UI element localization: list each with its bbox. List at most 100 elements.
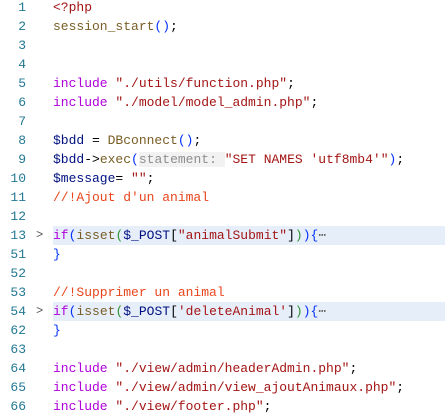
code-line[interactable]: 54 > if(isset($_POST['deleteAnimal'])){⋯: [0, 302, 445, 321]
code-line[interactable]: 63: [0, 340, 445, 359]
variable-token: $bdd: [53, 152, 85, 167]
code-line[interactable]: 5 include "./utils/function.php";: [0, 74, 445, 93]
code-text: if(isset($_POST["animalSubmit"])){⋯: [53, 226, 445, 245]
bracket-token: (): [177, 133, 194, 148]
code-line[interactable]: 8 $bdd = DBconnect();: [0, 131, 445, 150]
code-line[interactable]: 2 session_start();: [0, 17, 445, 36]
punctuation-token: ;: [396, 152, 405, 167]
line-number: 4: [18, 57, 26, 72]
punctuation-token: ;: [146, 171, 155, 186]
string-token: "SET NAMES 'utf8mb4'": [224, 152, 389, 167]
bracket-token: ): [302, 228, 311, 243]
line-number: 7: [18, 114, 26, 129]
code-editor[interactable]: 1 <?php 2 session_start(); 3 4 5 include "./uti…: [0, 0, 445, 416]
punctuation-token: ;: [310, 95, 319, 110]
code-line[interactable]: 62}: [0, 321, 445, 340]
bracket-token: ): [302, 304, 311, 319]
line-number: 6: [18, 95, 26, 110]
line-number: 54: [10, 304, 26, 319]
line-number: 12: [10, 209, 26, 224]
code-text: //!Ajout d'un animal: [53, 188, 445, 207]
fold-chevron-icon[interactable]: >: [36, 302, 46, 321]
code-line[interactable]: 52: [0, 264, 445, 283]
code-line[interactable]: 65 include "./view/admin/view_ajoutAnimau…: [0, 378, 445, 397]
code-text: include "./view/admin/view_ajoutAnimaux.…: [53, 378, 445, 397]
punctuation-token: [: [170, 228, 178, 243]
code-text: $message= "";: [53, 169, 445, 188]
bracket-token: }: [53, 247, 61, 262]
code-line[interactable]: 53 //!Supprimer un animal: [0, 283, 445, 302]
line-number: 52: [10, 266, 26, 281]
line-number: 8: [18, 133, 26, 148]
bracket-token: }: [53, 323, 61, 338]
code-line[interactable]: 12: [0, 207, 445, 226]
line-number: 63: [10, 342, 26, 357]
variable-token: $_POST: [123, 228, 171, 243]
line-number: 66: [10, 399, 26, 414]
code-line[interactable]: 6 include "./model/model_admin.php";: [0, 93, 445, 112]
code-text: if(isset($_POST['deleteAnimal'])){⋯: [53, 302, 445, 321]
code-line[interactable]: 10 $message= "";: [0, 169, 445, 188]
inlay-hint: statement:: [138, 152, 225, 167]
punctuation-token: =: [115, 171, 132, 186]
code-line[interactable]: 51}: [0, 245, 445, 264]
function-token: DBconnect: [107, 133, 178, 148]
code-text: <?php: [53, 0, 445, 17]
code-line[interactable]: 3: [0, 36, 445, 55]
code-text: }: [53, 321, 445, 340]
variable-token: $message: [53, 171, 116, 186]
code-text: include "./model/model_admin.php";: [53, 93, 445, 112]
keyword-token: include: [53, 361, 108, 376]
line-number: 10: [10, 171, 26, 186]
punctuation-token: ;: [396, 380, 405, 395]
code-text: include "./view/admin/headerAdmin.php";: [53, 359, 445, 378]
keyword-token: include: [53, 95, 108, 110]
punctuation-token: ;: [287, 76, 295, 91]
string-token: 'deleteAnimal': [177, 304, 288, 319]
function-token: exec: [99, 152, 132, 167]
keyword-token: if: [53, 304, 69, 319]
code-line[interactable]: 66 include "./view/footer.php";: [0, 397, 445, 416]
punctuation-token: ]: [287, 228, 295, 243]
punctuation-token: ->: [84, 152, 100, 167]
code-line[interactable]: 4: [0, 55, 445, 74]
string-token: "./view/admin/headerAdmin.php": [115, 361, 350, 376]
string-token: "./view/admin/view_ajoutAnimaux.php": [115, 380, 397, 395]
keyword-token: include: [53, 76, 108, 91]
line-number: 9: [18, 152, 26, 167]
line-number: 2: [18, 19, 26, 34]
line-number: 64: [10, 361, 26, 376]
folded-ellipsis[interactable]: ⋯: [318, 304, 326, 319]
code-line[interactable]: 7: [0, 112, 445, 131]
comment-token: //!Supprimer un animal: [53, 285, 225, 300]
line-number: 65: [10, 380, 26, 395]
code-line[interactable]: 13 > if(isset($_POST["animalSubmit"])){⋯: [0, 226, 445, 245]
function-token: isset: [76, 228, 116, 243]
line-number: 51: [10, 247, 26, 262]
string-token: "./model/model_admin.php": [115, 95, 311, 110]
line-number: 53: [10, 285, 26, 300]
string-token: "": [131, 171, 147, 186]
code-text: $bdd = DBconnect();: [53, 131, 445, 150]
fold-chevron-icon[interactable]: >: [36, 226, 46, 245]
variable-token: $bdd: [53, 133, 85, 148]
code-line[interactable]: 11 //!Ajout d'un animal: [0, 188, 445, 207]
code-line[interactable]: 64 include "./view/admin/headerAdmin.php"…: [0, 359, 445, 378]
bracket-token: (): [154, 19, 171, 34]
line-number: 1: [18, 0, 26, 15]
string-token: "animalSubmit": [177, 228, 288, 243]
function-token: session_start: [53, 19, 155, 34]
line-number: 11: [10, 190, 26, 205]
line-number: 13: [10, 228, 26, 243]
punctuation-token: ]: [287, 304, 295, 319]
string-token: "./utils/function.php": [115, 76, 288, 91]
bracket-token: (: [131, 152, 139, 167]
code-text: include "./view/footer.php";: [53, 397, 445, 416]
code-line[interactable]: 9 $bdd->exec(statement: "SET NAMES 'utf8m…: [0, 150, 445, 169]
code-line[interactable]: 1 <?php: [0, 0, 445, 17]
line-number: 62: [10, 323, 26, 338]
code-text: session_start();: [53, 17, 445, 36]
variable-token: $_POST: [123, 304, 171, 319]
punctuation-token: ;: [349, 361, 358, 376]
folded-ellipsis[interactable]: ⋯: [318, 228, 326, 243]
